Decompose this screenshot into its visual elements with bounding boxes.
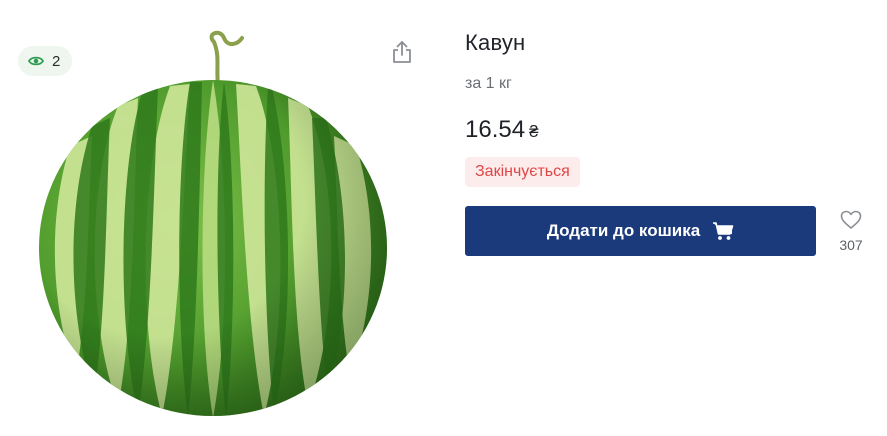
cart-icon [713, 222, 734, 240]
add-to-cart-button[interactable]: Додати до кошика [465, 206, 816, 256]
price-currency: ₴ [529, 122, 539, 141]
price-value: 16.54 [465, 116, 526, 143]
product-price: 16.54 ₴ [465, 116, 539, 144]
add-to-cart-label: Додати до кошика [546, 221, 701, 240]
product-info: Кавун за 1 кг 16.54 ₴ Закінчується Додати… [465, 0, 875, 436]
favorite-button[interactable]: 307 [835, 210, 867, 253]
product-title: Кавун [465, 30, 526, 55]
product-unit: за 1 кг [465, 75, 512, 92]
watermelon-image [39, 30, 387, 416]
favorites-count: 307 [839, 237, 863, 253]
product-gallery: 2 [0, 0, 440, 436]
heart-icon [840, 210, 862, 229]
stock-status-badge: Закінчується [465, 157, 580, 187]
